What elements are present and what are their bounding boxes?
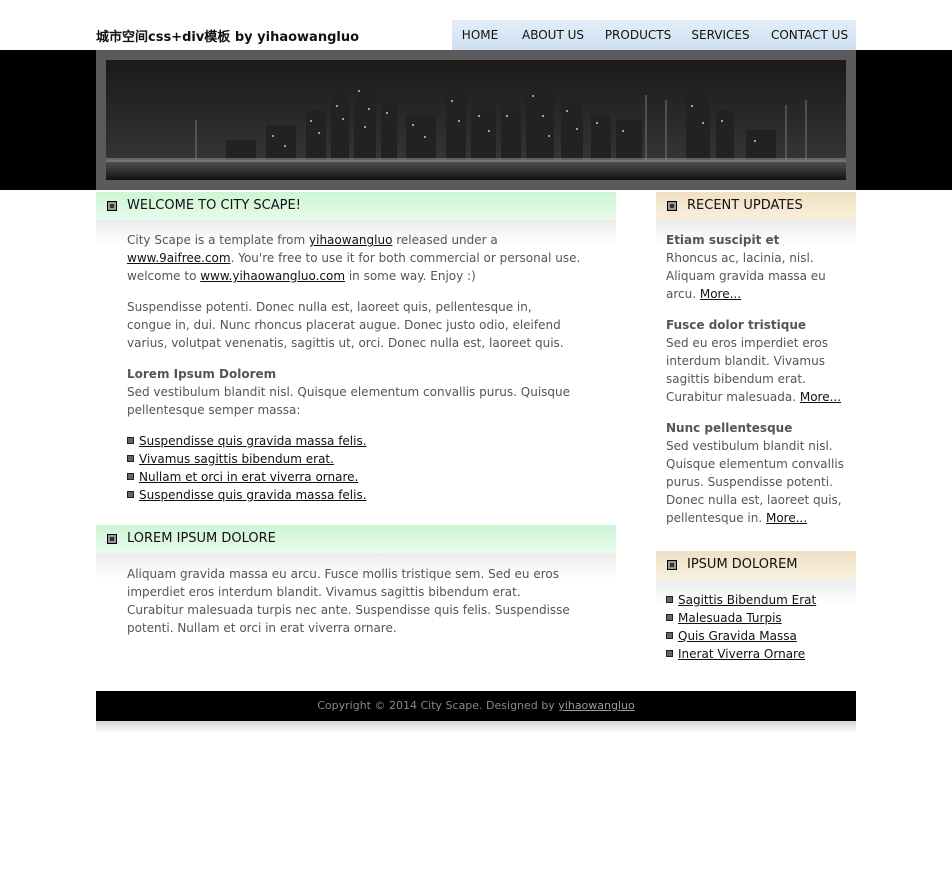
city-skyline-image bbox=[106, 60, 846, 180]
heading-bullet-icon bbox=[667, 560, 677, 570]
more-link[interactable]: More... bbox=[700, 287, 741, 301]
updates-title: RECENT UPDATES bbox=[687, 198, 803, 213]
list-item: Suspendisse quis gravida massa felis. bbox=[127, 432, 367, 450]
intro-text: . You're free to use it for both commerc… bbox=[230, 251, 581, 265]
list-item: Vivamus sagittis bibendum erat. bbox=[127, 450, 367, 468]
welcome-paragraph-3: Sed vestibulum blandit nisl. Quisque ele… bbox=[127, 385, 571, 417]
intro-link-9aifree[interactable]: www.9aifree.com bbox=[127, 251, 231, 265]
banner bbox=[96, 50, 856, 190]
list-bullet-icon bbox=[127, 455, 134, 462]
nav-contact-us[interactable]: CONTACT US bbox=[763, 20, 856, 50]
ipsum-heading-bar: IPSUM DOLOREM bbox=[656, 551, 856, 579]
update-heading: Fusce dolor tristique bbox=[666, 318, 807, 332]
list-link[interactable]: Vivamus sagittis bibendum erat. bbox=[139, 452, 334, 466]
footer: Copyright © 2014 City Scape. Designed by… bbox=[96, 691, 856, 721]
list-bullet-icon bbox=[666, 596, 673, 603]
update-heading: Etiam suscipit et bbox=[666, 233, 780, 247]
intro-link-yihaowangluo-com[interactable]: www.yihaowangluo.com bbox=[200, 269, 345, 283]
sidebar-link[interactable]: Malesuada Turpis bbox=[678, 611, 782, 625]
nav-about-us[interactable]: ABOUT US bbox=[508, 20, 598, 50]
welcome-link-list: Suspendisse quis gravida massa felis. Vi… bbox=[127, 432, 367, 504]
list-item: Suspendisse quis gravida massa felis. bbox=[127, 486, 367, 504]
heading-bullet-icon bbox=[107, 201, 117, 211]
lorem-title: LOREM IPSUM DOLORE bbox=[127, 531, 276, 546]
welcome-heading-bar: WELCOME TO CITY SCAPE! bbox=[96, 192, 616, 220]
sidebar-link[interactable]: Inerat Viverra Ornare bbox=[678, 647, 805, 661]
ipsum-title: IPSUM DOLOREM bbox=[687, 557, 798, 572]
intro-text: in some way. Enjoy :) bbox=[345, 269, 476, 283]
intro-text: released under a bbox=[392, 233, 498, 247]
welcome-subheading: Lorem Ipsum Dolorem bbox=[127, 367, 277, 381]
list-item: Malesuada Turpis bbox=[666, 609, 816, 627]
footer-fade bbox=[96, 721, 856, 733]
site-logo: 城市空间css+div模板 by yihaowangluo bbox=[96, 30, 360, 45]
list-item: Quis Gravida Massa bbox=[666, 627, 816, 645]
update-body: Rhoncus ac, lacinia, nisl. Aliquam gravi… bbox=[666, 251, 826, 301]
list-bullet-icon bbox=[666, 614, 673, 621]
lorem-paragraph: Aliquam gravida massa eu arcu. Fusce mol… bbox=[127, 567, 570, 635]
list-item: Inerat Viverra Ornare bbox=[666, 645, 816, 663]
list-bullet-icon bbox=[666, 650, 673, 657]
list-bullet-icon bbox=[127, 473, 134, 480]
footer-copyright: Copyright © 2014 City Scape. Designed by bbox=[317, 699, 559, 712]
footer-designer-link[interactable]: yihaowangluo bbox=[558, 699, 634, 712]
list-item: Nullam et orci in erat viverra ornare. bbox=[127, 468, 367, 486]
list-bullet-icon bbox=[127, 437, 134, 444]
update-heading: Nunc pellentesque bbox=[666, 421, 793, 435]
update-text: Sed eu eros imperdiet eros interdum blan… bbox=[666, 334, 848, 406]
nav-services[interactable]: SERVICES bbox=[678, 20, 763, 50]
list-bullet-icon bbox=[127, 491, 134, 498]
list-link[interactable]: Nullam et orci in erat viverra ornare. bbox=[139, 470, 358, 484]
list-link[interactable]: Suspendisse quis gravida massa felis. bbox=[139, 434, 367, 448]
nav-products[interactable]: PRODUCTS bbox=[598, 20, 678, 50]
update-text: Sed vestibulum blandit nisl. Quisque ele… bbox=[666, 437, 848, 527]
sidebar-link[interactable]: Quis Gravida Massa bbox=[678, 629, 797, 643]
intro-link-yihaowangluo[interactable]: yihaowangluo bbox=[309, 233, 392, 247]
welcome-intro: City Scape is a template from yihaowangl… bbox=[127, 231, 587, 285]
intro-text: City Scape is a template from bbox=[127, 233, 310, 247]
more-link[interactable]: More... bbox=[766, 511, 807, 525]
updates-heading-bar: RECENT UPDATES bbox=[656, 192, 856, 220]
intro-text: welcome to bbox=[127, 269, 201, 283]
heading-bullet-icon bbox=[107, 534, 117, 544]
list-bullet-icon bbox=[666, 632, 673, 639]
more-link[interactable]: More... bbox=[800, 390, 841, 404]
main-nav: HOME ABOUT US PRODUCTS SERVICES CONTACT … bbox=[452, 20, 856, 50]
list-link[interactable]: Suspendisse quis gravida massa felis. bbox=[139, 488, 367, 502]
heading-bullet-icon bbox=[667, 201, 677, 211]
update-body: Sed vestibulum blandit nisl. Quisque ele… bbox=[666, 439, 844, 525]
ipsum-link-list: Sagittis Bibendum Erat Malesuada Turpis … bbox=[666, 591, 816, 663]
header: 城市空间css+div模板 by yihaowangluo HOME ABOUT… bbox=[96, 20, 856, 50]
nav-home[interactable]: HOME bbox=[452, 20, 508, 50]
sidebar-link[interactable]: Sagittis Bibendum Erat bbox=[678, 593, 816, 607]
list-item: Sagittis Bibendum Erat bbox=[666, 591, 816, 609]
update-text: Rhoncus ac, lacinia, nisl. Aliquam gravi… bbox=[666, 249, 848, 303]
welcome-paragraph-2: Suspendisse potenti. Donec nulla est, la… bbox=[127, 300, 564, 350]
welcome-title: WELCOME TO CITY SCAPE! bbox=[127, 198, 301, 213]
lorem-heading-bar: LOREM IPSUM DOLORE bbox=[96, 525, 616, 553]
